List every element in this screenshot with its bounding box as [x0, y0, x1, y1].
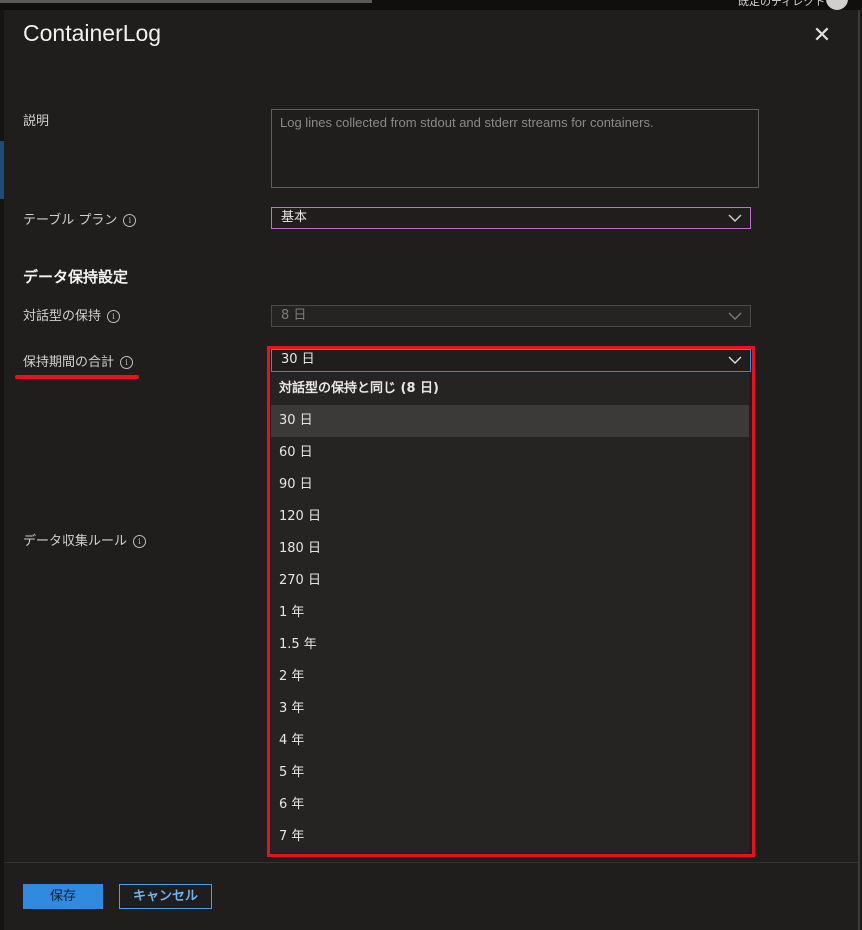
- info-icon[interactable]: i: [133, 535, 147, 548]
- panel-scrollbar[interactable]: [858, 10, 860, 930]
- option-7-years[interactable]: 7 年: [271, 821, 749, 853]
- option-1-5-years[interactable]: 1.5 年: [271, 629, 749, 661]
- total-retention-dropdown[interactable]: 30 日: [271, 349, 751, 372]
- annotation-underline: [15, 375, 139, 379]
- description-field[interactable]: Log lines collected from stdout and stde…: [271, 109, 759, 188]
- option-270-days[interactable]: 270 日: [271, 565, 749, 597]
- interactive-retention-label-text: 対話型の保持: [23, 309, 102, 324]
- info-icon[interactable]: i: [123, 214, 137, 227]
- total-retention-label-text: 保持期間の合計: [23, 355, 115, 370]
- option-6-years[interactable]: 6 年: [271, 789, 749, 821]
- option-120-days[interactable]: 120 日: [271, 501, 749, 533]
- data-collection-rule-label-text: データ収集ルール: [23, 534, 128, 549]
- footer-divider: [4, 862, 858, 863]
- interactive-retention-label: 対話型の保持 i: [23, 305, 121, 324]
- option-1-year[interactable]: 1 年: [271, 597, 749, 629]
- chevron-down-icon: [728, 306, 742, 332]
- table-plan-label: テーブル プラン i: [23, 209, 137, 228]
- table-plan-value: 基本: [281, 210, 308, 225]
- interactive-retention-value: 8 日: [281, 308, 307, 323]
- table-plan-dropdown[interactable]: 基本: [271, 207, 751, 229]
- option-5-years[interactable]: 5 年: [271, 757, 749, 789]
- option-4-years[interactable]: 4 年: [271, 725, 749, 757]
- info-icon[interactable]: i: [107, 310, 121, 323]
- save-button[interactable]: 保存: [23, 884, 103, 909]
- option-30-days[interactable]: 30 日: [271, 405, 749, 437]
- option-90-days[interactable]: 90 日: [271, 469, 749, 501]
- option-60-days[interactable]: 60 日: [271, 437, 749, 469]
- total-retention-label: 保持期間の合計 i: [23, 351, 134, 370]
- data-collection-rule-label: データ収集ルール i: [23, 530, 147, 549]
- option-3-years[interactable]: 3 年: [271, 693, 749, 725]
- panel-title: ContainerLog: [23, 20, 162, 46]
- directory-label: 既定のディレクトリ: [738, 0, 837, 8]
- chevron-down-icon: [728, 208, 742, 234]
- option-same-as-interactive[interactable]: 対話型の保持と同じ (8 日): [271, 373, 749, 405]
- total-retention-options-list: 対話型の保持と同じ (8 日) 30 日 60 日 90 日 120 日 180…: [271, 373, 749, 853]
- info-icon[interactable]: i: [120, 356, 134, 369]
- top-bar: 既定のディレクトリ: [0, 0, 862, 10]
- interactive-retention-dropdown[interactable]: 8 日: [271, 305, 751, 327]
- description-label: 説明: [23, 114, 50, 129]
- close-icon[interactable]: ✕: [808, 22, 836, 50]
- section-title: データ保持設定: [23, 268, 129, 286]
- option-2-years[interactable]: 2 年: [271, 661, 749, 693]
- cancel-button[interactable]: キャンセル: [119, 884, 212, 909]
- table-plan-label-text: テーブル プラン: [23, 213, 118, 228]
- option-180-days[interactable]: 180 日: [271, 533, 749, 565]
- top-scrollbar[interactable]: [0, 0, 372, 3]
- total-retention-value: 30 日: [281, 352, 315, 367]
